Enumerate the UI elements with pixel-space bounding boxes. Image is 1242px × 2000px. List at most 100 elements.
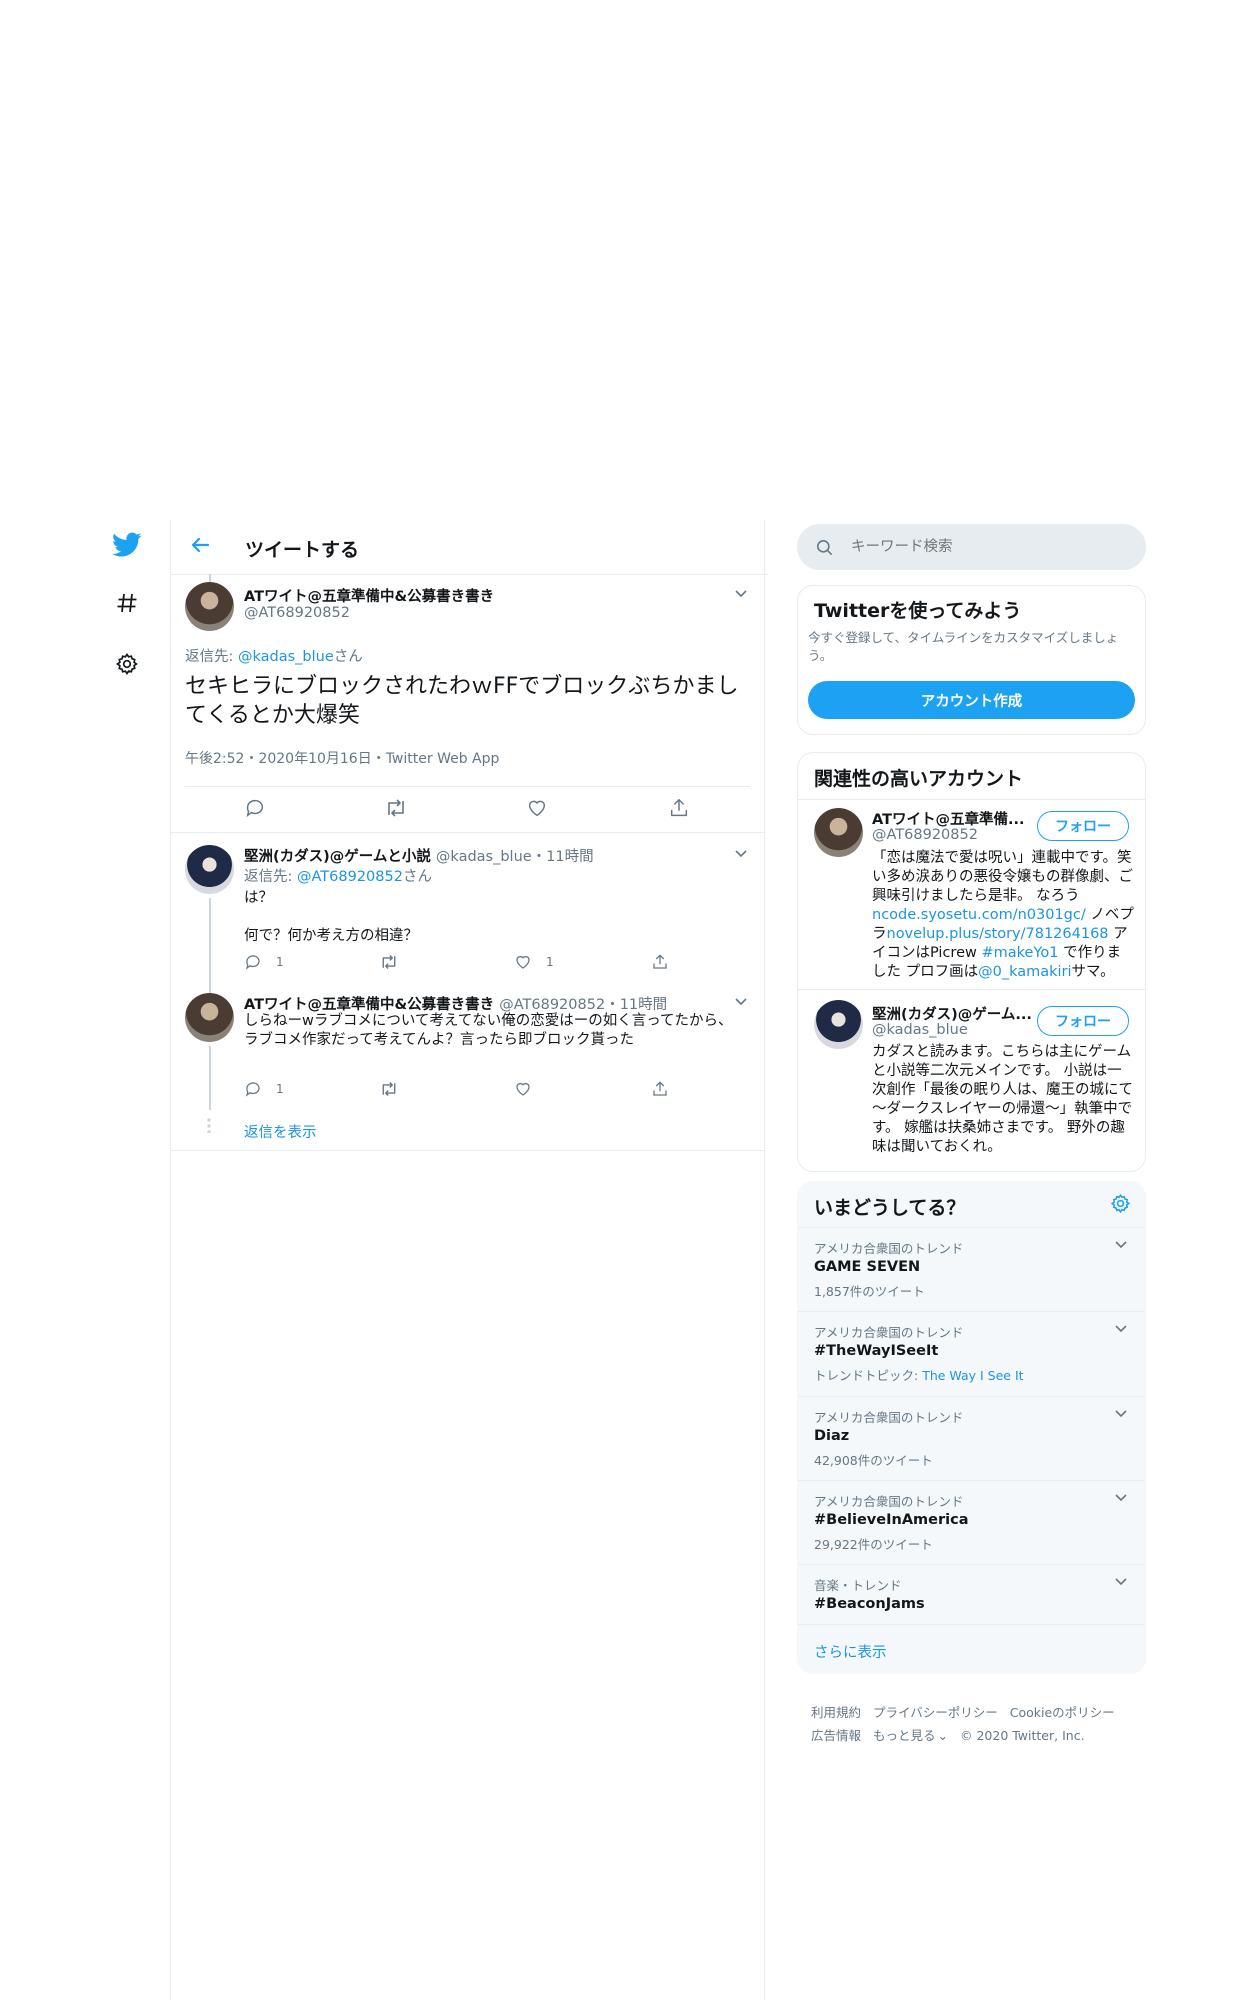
share-icon[interactable] bbox=[651, 953, 669, 975]
footer-more-link[interactable]: もっと見る bbox=[873, 1728, 936, 1743]
related-account-name[interactable]: 堅洲(カダス)@ゲーム... bbox=[872, 1003, 1032, 1024]
reply-count: 1 bbox=[276, 955, 284, 969]
signup-title: Twitterを使ってみよう bbox=[814, 600, 1022, 622]
chevron-down-icon[interactable] bbox=[1113, 1573, 1131, 1591]
footer-privacy-link[interactable]: プライバシーポリシー bbox=[873, 1705, 998, 1720]
chevron-down-icon[interactable] bbox=[1113, 1236, 1131, 1254]
trend-item[interactable]: アメリカ合衆国のトレンド GAME SEVEN 1,857件のツイート bbox=[814, 1238, 1129, 1300]
avatar[interactable] bbox=[185, 845, 234, 894]
twitter-logo-icon[interactable] bbox=[112, 530, 142, 560]
trends-settings-gear-icon[interactable] bbox=[1110, 1193, 1131, 1218]
reply2-author-name[interactable]: ATワイト@五章準備中&公募書き書き bbox=[244, 997, 494, 1013]
bio-link[interactable]: ncode.syosetu.com/n0301gc/ bbox=[872, 907, 1086, 923]
settings-gear-icon[interactable] bbox=[112, 649, 142, 679]
avatar[interactable] bbox=[185, 993, 234, 1042]
main-tweet-author-handle[interactable]: @AT68920852 bbox=[244, 605, 350, 621]
reply-suffix: さん bbox=[333, 649, 363, 665]
signup-card: Twitterを使ってみよう 今すぐ登録して、タイムラインをカスタマイズしましょ… bbox=[797, 585, 1146, 735]
reply2-header: ATワイト@五章準備中&公募書き書き @AT68920852・11時間 bbox=[244, 993, 667, 1014]
avatar[interactable] bbox=[185, 582, 234, 631]
related-account-bio: カダスと読みます。こちらは主にゲームと小説等二次元メインです。 小説は一次創作「… bbox=[872, 1044, 1133, 1155]
related-account-handle[interactable]: @AT68920852 bbox=[872, 827, 978, 843]
search-box[interactable] bbox=[797, 524, 1146, 570]
main-tweet-divider bbox=[185, 786, 750, 787]
footer-copyright: © 2020 Twitter, Inc. bbox=[959, 1728, 1085, 1743]
related-account-name[interactable]: ATワイト@五章準備... bbox=[872, 808, 1025, 829]
more-replies-dots-icon bbox=[207, 1117, 211, 1133]
explore-hashtag-icon[interactable] bbox=[112, 588, 142, 618]
footer-ads-link[interactable]: 広告情報 bbox=[811, 1728, 861, 1743]
trend-topic-prefix: トレンドトピック: bbox=[814, 1368, 923, 1383]
trend-item[interactable]: アメリカ合衆国のトレンド #BelieveInAmerica 29,922件のツ… bbox=[814, 1491, 1129, 1553]
reply1-author-name[interactable]: 堅洲(カダス)@ゲームと小説 bbox=[244, 849, 431, 865]
trend-name[interactable]: GAME SEVEN bbox=[814, 1259, 1129, 1275]
main-tweet-meta[interactable]: 午後2:52・2020年10月16日・Twitter Web App bbox=[185, 748, 499, 768]
thread-line bbox=[209, 1046, 211, 1110]
footer-cookie-link[interactable]: Cookieのポリシー bbox=[1010, 1705, 1115, 1720]
thread-line bbox=[209, 898, 211, 994]
share-icon[interactable] bbox=[651, 1080, 669, 1102]
reply-icon[interactable] bbox=[244, 797, 266, 823]
avatar[interactable] bbox=[814, 808, 863, 857]
footer-links-row2: 広告情報 もっと見る ⌄ © 2020 Twitter, Inc. bbox=[811, 1725, 1085, 1744]
show-replies-link[interactable]: 返信を表示 bbox=[244, 1121, 317, 1142]
retweet-icon[interactable] bbox=[379, 953, 399, 975]
reply2-time[interactable]: ・11時間 bbox=[605, 997, 667, 1013]
related-divider bbox=[798, 989, 1145, 990]
like-heart-icon[interactable] bbox=[526, 797, 548, 823]
reply2-reply-action[interactable]: 1 bbox=[244, 1080, 284, 1098]
trend-name[interactable]: Diaz bbox=[814, 1428, 1129, 1444]
share-icon[interactable] bbox=[668, 797, 690, 823]
main-column-left-border bbox=[170, 520, 171, 2000]
search-input[interactable] bbox=[849, 538, 1123, 556]
trend-item[interactable]: 音楽・トレンド #BeaconJams bbox=[814, 1575, 1129, 1612]
bio-hashtag-link[interactable]: #makeYo1 bbox=[981, 945, 1058, 961]
trend-topic-link[interactable]: The Way I See It bbox=[922, 1368, 1023, 1383]
reply2-author-handle[interactable]: @AT68920852 bbox=[499, 997, 605, 1013]
trend-item[interactable]: アメリカ合衆国のトレンド #TheWayISeeIt トレンドトピック: The… bbox=[814, 1322, 1129, 1384]
trend-name[interactable]: #BeaconJams bbox=[814, 1596, 1129, 1612]
follow-button[interactable]: フォロー bbox=[1037, 811, 1129, 841]
chevron-down-icon[interactable] bbox=[733, 845, 751, 863]
chevron-down-icon[interactable] bbox=[733, 585, 751, 603]
reply-prefix: 返信先: bbox=[244, 869, 297, 885]
bio-mention-link[interactable]: @0_kamakiri bbox=[978, 964, 1071, 980]
retweet-icon[interactable] bbox=[379, 1080, 399, 1102]
create-account-button[interactable]: アカウント作成 bbox=[808, 681, 1135, 719]
reply-prefix: 返信先: bbox=[185, 649, 238, 665]
trend-name[interactable]: #BelieveInAmerica bbox=[814, 1512, 1129, 1528]
reply-suffix: さん bbox=[402, 869, 432, 885]
chevron-down-icon[interactable]: ⌄ bbox=[938, 1728, 948, 1743]
footer-terms-link[interactable]: 利用規約 bbox=[811, 1705, 861, 1720]
reply1-time[interactable]: ・11時間 bbox=[532, 849, 594, 865]
chevron-down-icon[interactable] bbox=[1113, 1489, 1131, 1507]
signup-description: 今すぐ登録して、タイムラインをカスタマイズしましょう。 bbox=[808, 630, 1119, 663]
related-account-handle[interactable]: @kadas_blue bbox=[872, 1022, 968, 1038]
reply1-reply-action[interactable]: 1 bbox=[244, 953, 284, 971]
trend-topic: トレンドトピック: The Way I See It bbox=[814, 1365, 1129, 1384]
reply1-text-line2: 何で？何か考え方の相違？ bbox=[244, 928, 418, 944]
main-tweet-author-name[interactable]: ATワイト@五章準備中&公募書き書き bbox=[244, 585, 494, 606]
search-icon bbox=[815, 538, 834, 557]
show-more-trends-link[interactable]: さらに表示 bbox=[814, 1641, 887, 1662]
reply-icon bbox=[245, 1082, 260, 1097]
trends-divider bbox=[798, 1227, 1145, 1228]
reply-to-link[interactable]: @AT68920852 bbox=[297, 869, 403, 885]
retweet-icon[interactable] bbox=[384, 797, 408, 823]
trends-divider bbox=[798, 1624, 1145, 1625]
chevron-down-icon[interactable] bbox=[1113, 1405, 1131, 1423]
follow-button[interactable]: フォロー bbox=[1037, 1006, 1129, 1036]
like-heart-icon[interactable] bbox=[514, 1080, 532, 1102]
related-title: 関連性の高いアカウント bbox=[814, 768, 1024, 790]
page-title: ツイートする bbox=[245, 539, 360, 561]
back-arrow-icon[interactable] bbox=[188, 533, 212, 557]
reply1-like-action[interactable]: 1 bbox=[514, 953, 554, 971]
reply-to-link[interactable]: @kadas_blue bbox=[238, 649, 334, 665]
bio-link[interactable]: novelup.plus/story/781264168 bbox=[887, 926, 1109, 942]
chevron-down-icon[interactable] bbox=[1113, 1320, 1131, 1338]
reply1-author-handle[interactable]: @kadas_blue bbox=[436, 849, 532, 865]
chevron-down-icon[interactable] bbox=[733, 993, 751, 1011]
trend-name[interactable]: #TheWayISeeIt bbox=[814, 1343, 1129, 1359]
trend-item[interactable]: アメリカ合衆国のトレンド Diaz 42,908件のツイート bbox=[814, 1407, 1129, 1469]
avatar[interactable] bbox=[814, 1000, 863, 1049]
